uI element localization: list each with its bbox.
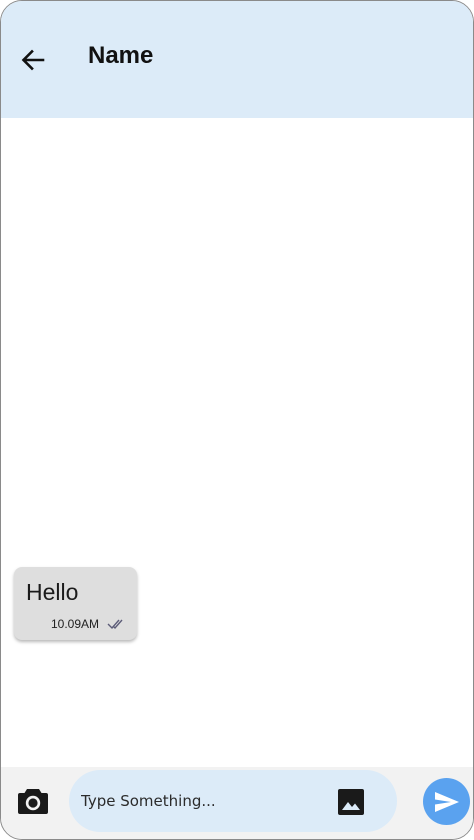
send-icon <box>434 791 459 812</box>
gallery-button[interactable] <box>337 788 365 816</box>
send-button[interactable] <box>423 778 470 825</box>
double-check-icon <box>107 619 123 630</box>
phone-screen: Name Hello 10.09AM <box>0 0 474 840</box>
message-composer <box>1 767 473 839</box>
message-text: Hello <box>26 579 79 605</box>
camera-button[interactable] <box>17 786 49 816</box>
message-list: Hello 10.09AM <box>1 118 473 769</box>
message-time: 10.09AM <box>51 617 100 631</box>
image-icon <box>338 789 364 815</box>
message-bubble[interactable]: Hello 10.09AM <box>14 567 137 640</box>
camera-icon <box>18 789 48 814</box>
message-input[interactable] <box>81 786 326 816</box>
message-input-container <box>69 770 397 832</box>
app-bar: Name <box>1 1 473 118</box>
arrow-left-icon <box>21 49 45 71</box>
back-button[interactable] <box>18 45 48 75</box>
chat-title: Name <box>88 42 154 69</box>
